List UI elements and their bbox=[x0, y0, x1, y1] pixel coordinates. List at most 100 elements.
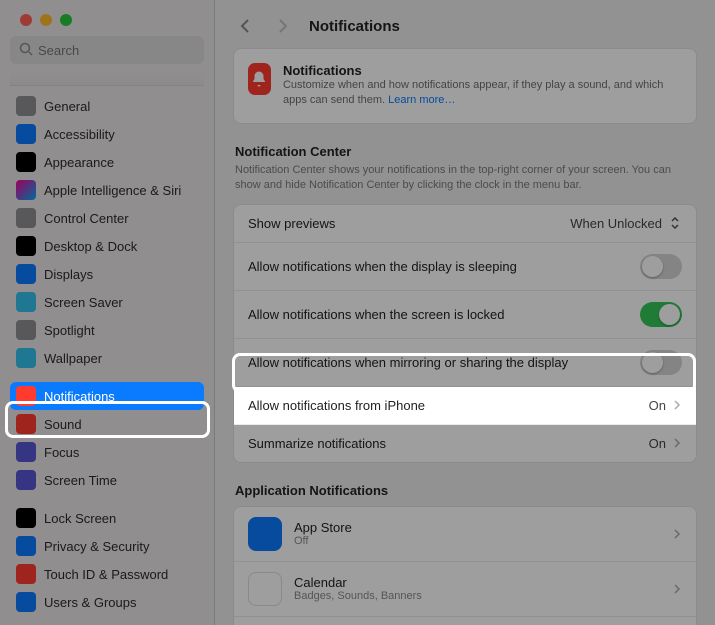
value: When Unlocked bbox=[570, 216, 662, 231]
lock-icon bbox=[16, 508, 36, 528]
row-allow-iphone[interactable]: Allow notifications from iPhone On bbox=[234, 387, 696, 425]
app-row-facetime[interactable]: FaceTimeBadges, Sounds, Banners bbox=[234, 617, 696, 625]
sidebar-item-label: Displays bbox=[44, 267, 93, 282]
sidebar-item-displays[interactable]: Displays bbox=[10, 260, 204, 288]
calendar-icon bbox=[248, 572, 282, 606]
spotlight-icon bbox=[16, 320, 36, 340]
row-summarize[interactable]: Summarize notifications On bbox=[234, 425, 696, 462]
section-notification-center-desc: Notification Center shows your notificat… bbox=[235, 163, 695, 194]
sidebar-item-lock-screen[interactable]: Lock Screen bbox=[10, 504, 204, 532]
app-sub: Off bbox=[294, 535, 660, 547]
sidebar: General Accessibility Appearance Apple Inte… bbox=[0, 0, 215, 625]
label: Allow notifications when the screen is l… bbox=[248, 307, 505, 322]
search-input[interactable] bbox=[10, 36, 204, 64]
label: Allow notifications when mirroring or sh… bbox=[248, 355, 568, 370]
accessibility-icon bbox=[16, 124, 36, 144]
chevron-right-icon bbox=[672, 400, 682, 410]
sidebar-item-apple-intelligence-siri[interactable]: Apple Intelligence & Siri bbox=[10, 176, 204, 204]
back-button[interactable] bbox=[233, 14, 257, 38]
sidebar-item-label: Control Center bbox=[44, 211, 129, 226]
sidebar-item-accessibility[interactable]: Accessibility bbox=[10, 120, 204, 148]
sidebar-item-focus[interactable]: Focus bbox=[10, 438, 204, 466]
label: Allow notifications from iPhone bbox=[248, 398, 425, 413]
sidebar-item-control-center[interactable]: Control Center bbox=[10, 204, 204, 232]
row-allow-mirroring: Allow notifications when mirroring or sh… bbox=[234, 339, 696, 387]
info-card: Notifications Customize when and how not… bbox=[233, 48, 697, 124]
sidebar-item-desktop-dock[interactable]: Desktop & Dock bbox=[10, 232, 204, 260]
row-allow-locked: Allow notifications when the screen is l… bbox=[234, 291, 696, 339]
speaker-icon bbox=[16, 414, 36, 434]
zoom-window-icon[interactable] bbox=[60, 14, 72, 26]
sidebar-item-label: Notifications bbox=[44, 389, 115, 404]
sidebar-item-label: General bbox=[44, 99, 90, 114]
app-row-calendar[interactable]: CalendarBadges, Sounds, Banners bbox=[234, 562, 696, 617]
section-notification-center-title: Notification Center bbox=[235, 144, 695, 159]
chevron-right-icon bbox=[672, 438, 682, 448]
sidebar-item-privacy-security[interactable]: Privacy & Security bbox=[10, 532, 204, 560]
appearance-icon bbox=[16, 152, 36, 172]
label: Summarize notifications bbox=[248, 436, 386, 451]
sidebar-item-label: Wallpaper bbox=[44, 351, 102, 366]
search-icon bbox=[18, 41, 34, 57]
toggle-sleeping[interactable] bbox=[640, 254, 682, 279]
sidebar-item-label: Lock Screen bbox=[44, 511, 116, 526]
displays-icon bbox=[16, 264, 36, 284]
sidebar-item-label: Sound bbox=[44, 417, 82, 432]
fingerprint-icon bbox=[16, 564, 36, 584]
sidebar-item-screen-time[interactable]: Screen Time bbox=[10, 466, 204, 494]
learn-more-link[interactable]: Learn more… bbox=[388, 94, 455, 106]
sidebar-item-label: Apple Intelligence & Siri bbox=[44, 183, 181, 198]
toggle-locked[interactable] bbox=[640, 302, 682, 327]
wallpaper-icon bbox=[16, 348, 36, 368]
value: On bbox=[649, 436, 666, 451]
moon-icon bbox=[16, 442, 36, 462]
label: Allow notifications when the display is … bbox=[248, 259, 517, 274]
sidebar-list[interactable]: General Accessibility Appearance Apple Inte… bbox=[0, 72, 214, 625]
app-name: App Store bbox=[294, 520, 660, 535]
main-pane[interactable]: Notifications Notifications Customize wh… bbox=[215, 0, 715, 625]
window-controls bbox=[0, 0, 214, 36]
sidebar-item-general[interactable]: General bbox=[10, 92, 204, 120]
sidebar-item-users-groups[interactable]: Users & Groups bbox=[10, 588, 204, 616]
up-down-icon bbox=[668, 217, 682, 229]
sidebar-item-label: Screen Saver bbox=[44, 295, 123, 310]
toggle-mirroring[interactable] bbox=[640, 350, 682, 375]
close-window-icon[interactable] bbox=[20, 14, 32, 26]
dock-icon bbox=[16, 236, 36, 256]
row-allow-sleeping: Allow notifications when the display is … bbox=[234, 243, 696, 291]
users-icon bbox=[16, 592, 36, 612]
app-notifications-list: App StoreOffCalendarBadges, Sounds, Bann… bbox=[233, 506, 697, 625]
label: Show previews bbox=[248, 216, 335, 231]
sidebar-item-notifications[interactable]: Notifications bbox=[10, 382, 204, 410]
sidebar-item-sound[interactable]: Sound bbox=[10, 410, 204, 438]
notification-center-settings: Show previews When Unlocked Allow notifi… bbox=[233, 204, 697, 463]
sidebar-item-label: Spotlight bbox=[44, 323, 95, 338]
value: On bbox=[649, 398, 666, 413]
app-sub: Badges, Sounds, Banners bbox=[294, 590, 660, 602]
bell-icon bbox=[16, 386, 36, 406]
sidebar-item-wallpaper[interactable]: Wallpaper bbox=[10, 344, 204, 372]
info-title: Notifications bbox=[283, 63, 682, 78]
minimize-window-icon[interactable] bbox=[40, 14, 52, 26]
hourglass-icon bbox=[16, 470, 36, 490]
forward-button[interactable] bbox=[271, 14, 295, 38]
gear-icon bbox=[16, 96, 36, 116]
sidebar-item-label: Users & Groups bbox=[44, 595, 136, 610]
sidebar-item-label: Screen Time bbox=[44, 473, 117, 488]
hand-icon bbox=[16, 536, 36, 556]
section-app-notifications-title: Application Notifications bbox=[235, 483, 695, 498]
sidebar-item-label: Privacy & Security bbox=[44, 539, 149, 554]
sidebar-item-screen-saver[interactable]: Screen Saver bbox=[10, 288, 204, 316]
row-show-previews[interactable]: Show previews When Unlocked bbox=[234, 205, 696, 243]
app-store-icon bbox=[248, 517, 282, 551]
sidebar-item-touch-id-password[interactable]: Touch ID & Password bbox=[10, 560, 204, 588]
sidebar-item-appearance[interactable]: Appearance bbox=[10, 148, 204, 176]
info-desc: Customize when and how notifications app… bbox=[283, 78, 682, 109]
app-row-app-store[interactable]: App StoreOff bbox=[234, 507, 696, 562]
sidebar-item-label: Accessibility bbox=[44, 127, 115, 142]
chevron-right-icon bbox=[672, 584, 682, 594]
sidebar-item-spotlight[interactable]: Spotlight bbox=[10, 316, 204, 344]
screen-saver-icon bbox=[16, 292, 36, 312]
sidebar-item-label: Appearance bbox=[44, 155, 114, 170]
sidebar-item-label: Touch ID & Password bbox=[44, 567, 168, 582]
